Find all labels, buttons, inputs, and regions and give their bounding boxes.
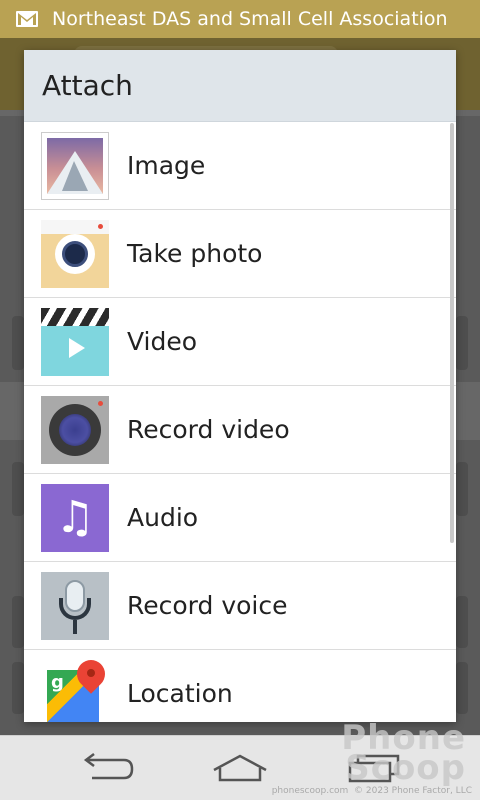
attach-option-location[interactable]: g Location	[24, 650, 456, 722]
option-label: Video	[127, 327, 198, 356]
option-label: Audio	[127, 503, 199, 532]
navigation-bar: Phone Scoop phonescoop.com © 2023 Phone …	[0, 721, 480, 800]
watermark-logo: Phone Scoop	[341, 717, 466, 789]
gmail-icon	[16, 11, 38, 27]
option-label: Image	[127, 151, 206, 180]
watermark: Phone Scoop phonescoop.com © 2023 Phone …	[271, 721, 472, 796]
maps-icon: g	[41, 659, 109, 722]
watermark-url: phonescoop.com	[271, 786, 349, 796]
attach-option-audio[interactable]: ♫ Audio	[24, 474, 456, 562]
background-field	[456, 462, 468, 516]
back-icon[interactable]	[78, 750, 138, 784]
attach-option-image[interactable]: Image	[24, 122, 456, 210]
attach-option-record-video[interactable]: Record video	[24, 386, 456, 474]
attach-option-take-photo[interactable]: Take photo	[24, 210, 456, 298]
attach-option-video[interactable]: Video	[24, 298, 456, 386]
option-label: Record video	[127, 415, 290, 444]
option-label: Take photo	[127, 239, 263, 268]
background-button	[12, 596, 24, 648]
list-scrollbar[interactable]	[450, 123, 454, 543]
microphone-icon	[41, 571, 109, 640]
dialog-title: Attach	[42, 69, 133, 102]
image-icon	[41, 131, 109, 200]
background-button	[456, 596, 468, 648]
video-icon	[41, 307, 109, 376]
background-button	[12, 662, 24, 714]
camera-icon	[41, 219, 109, 288]
background-button	[456, 662, 468, 714]
attach-options-list: Image Take photo Video Record video ♫ Au…	[24, 122, 456, 722]
attach-dialog: Attach Image Take photo Video Record vid…	[24, 50, 456, 722]
record-video-icon	[41, 395, 109, 464]
option-label: Location	[127, 679, 233, 708]
background-field	[12, 316, 24, 370]
audio-icon: ♫	[41, 483, 109, 552]
status-bar: Northeast DAS and Small Cell Association	[0, 0, 480, 38]
home-icon[interactable]	[210, 750, 270, 784]
dialog-header: Attach	[24, 50, 456, 122]
attach-option-record-voice[interactable]: Record voice	[24, 562, 456, 650]
app-title: Northeast DAS and Small Cell Association	[52, 8, 448, 30]
background-field	[456, 316, 468, 370]
background-field	[12, 462, 24, 516]
option-label: Record voice	[127, 591, 288, 620]
